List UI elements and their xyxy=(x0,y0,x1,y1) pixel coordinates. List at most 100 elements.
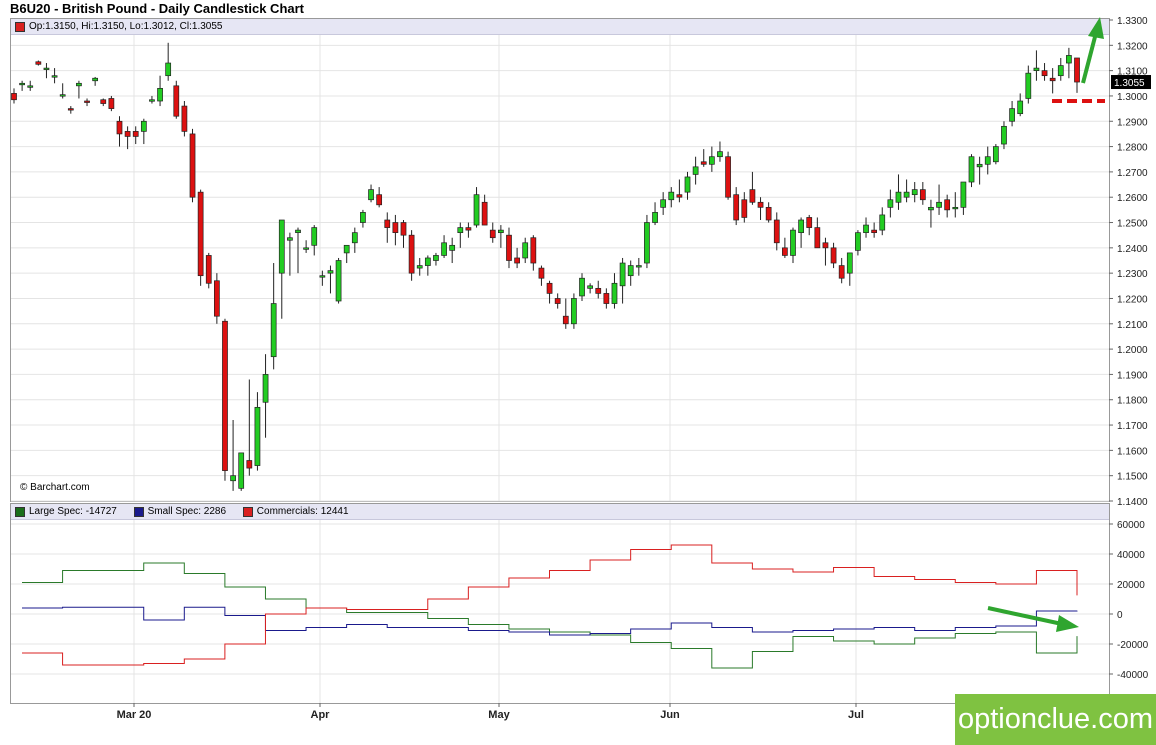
candle-body xyxy=(416,265,423,269)
candle-body xyxy=(67,108,74,111)
candle-body xyxy=(473,194,480,226)
candle-body xyxy=(59,94,66,97)
price-y-tick-label: 1.1400 xyxy=(1117,497,1148,508)
candle-body xyxy=(335,260,342,302)
candle-body xyxy=(1009,108,1015,122)
candle-body xyxy=(765,206,772,221)
candle-body xyxy=(238,452,245,489)
candle-body xyxy=(757,201,764,208)
candle-body xyxy=(587,285,593,289)
candle-body xyxy=(911,189,918,196)
candle-body xyxy=(692,166,699,175)
candle-body xyxy=(652,212,658,223)
candle-body xyxy=(189,133,196,198)
cot-y-tick-label: -20000 xyxy=(1117,640,1149,651)
candle-body xyxy=(376,194,383,206)
candle-body xyxy=(433,255,439,261)
candle-body xyxy=(108,98,115,109)
candle-body xyxy=(19,82,25,86)
candle-body xyxy=(741,199,748,218)
brand-badge[interactable]: optionclue.com xyxy=(955,694,1156,745)
candle-body xyxy=(481,201,488,226)
candle-body xyxy=(262,374,269,403)
candle-body xyxy=(465,227,472,231)
candle-body xyxy=(157,88,163,102)
price-y-tick-label: 1.2700 xyxy=(1117,168,1148,179)
candle-body xyxy=(1066,55,1072,64)
candle-body xyxy=(506,234,512,261)
candle-body xyxy=(733,194,740,221)
candle-body xyxy=(919,189,926,201)
candle-body xyxy=(392,222,399,234)
price-y-tick-label: 1.2300 xyxy=(1117,269,1148,280)
candle-body xyxy=(984,156,991,165)
candle-body xyxy=(684,176,691,193)
candles-layer xyxy=(11,42,1080,491)
candle-body xyxy=(798,219,804,234)
candle-body xyxy=(960,181,967,208)
candle-body xyxy=(76,82,82,87)
candle-body xyxy=(806,217,813,228)
candle-body xyxy=(895,191,902,203)
candle-body xyxy=(944,199,951,211)
candle-body xyxy=(1049,77,1056,82)
annotations-layer xyxy=(987,17,1105,632)
down-arrow-shaft xyxy=(987,606,1063,626)
candle-body xyxy=(278,219,285,274)
x-tick-label: Apr xyxy=(311,709,331,721)
candle-body xyxy=(668,191,675,201)
price-y-tick-label: 1.3000 xyxy=(1117,92,1148,103)
candle-body xyxy=(1017,100,1024,115)
candle-body xyxy=(952,206,959,210)
candle-body xyxy=(149,99,155,102)
up-arrow-shaft xyxy=(1081,32,1098,84)
candle-body xyxy=(489,229,496,239)
candle-body xyxy=(1041,70,1048,77)
candle-body xyxy=(676,194,683,198)
candle-body xyxy=(830,247,837,264)
candle-body xyxy=(287,237,293,241)
candle-body xyxy=(846,252,853,274)
candle-body xyxy=(132,131,139,137)
candle-body xyxy=(700,161,707,165)
candle-body xyxy=(205,255,212,284)
candle-body xyxy=(116,120,123,135)
price-y-tick-label: 1.1900 xyxy=(1117,370,1148,381)
candle-body xyxy=(603,293,610,304)
up-arrow-head xyxy=(1088,17,1104,39)
candle-body xyxy=(213,280,220,317)
copyright-text: © Barchart.com xyxy=(20,482,90,493)
candle-body xyxy=(270,303,277,358)
candle-body xyxy=(343,244,350,254)
candle-body xyxy=(51,75,58,78)
candle-body xyxy=(903,191,910,198)
candle-body xyxy=(814,227,821,249)
candle-body xyxy=(311,227,318,246)
price-y-tick-label: 1.2400 xyxy=(1117,244,1148,255)
candle-body xyxy=(1074,57,1080,83)
candle-body xyxy=(879,214,886,231)
candle-body xyxy=(1025,72,1032,99)
candle-body xyxy=(246,460,253,469)
grid-layer xyxy=(11,35,1109,703)
candle-body xyxy=(871,229,878,234)
candle-body xyxy=(197,191,204,277)
candle-body xyxy=(92,77,99,82)
price-y-tick-label: 1.2000 xyxy=(1117,345,1148,356)
candle-body xyxy=(424,257,431,266)
candle-body xyxy=(992,146,999,163)
candle-body xyxy=(595,287,602,294)
candle-body xyxy=(579,277,585,297)
candle-body xyxy=(635,265,642,268)
price-y-tick-label: 1.1500 xyxy=(1117,472,1148,483)
candle-body xyxy=(708,156,715,165)
candle-body xyxy=(400,222,407,236)
candle-body xyxy=(408,234,415,274)
candle-body xyxy=(449,244,456,251)
price-y-tick-label: 1.2500 xyxy=(1117,219,1148,230)
candle-body xyxy=(100,99,107,104)
candle-body xyxy=(1057,65,1064,77)
candle-body xyxy=(43,67,50,70)
candle-body xyxy=(35,61,42,65)
candle-body xyxy=(181,105,188,132)
